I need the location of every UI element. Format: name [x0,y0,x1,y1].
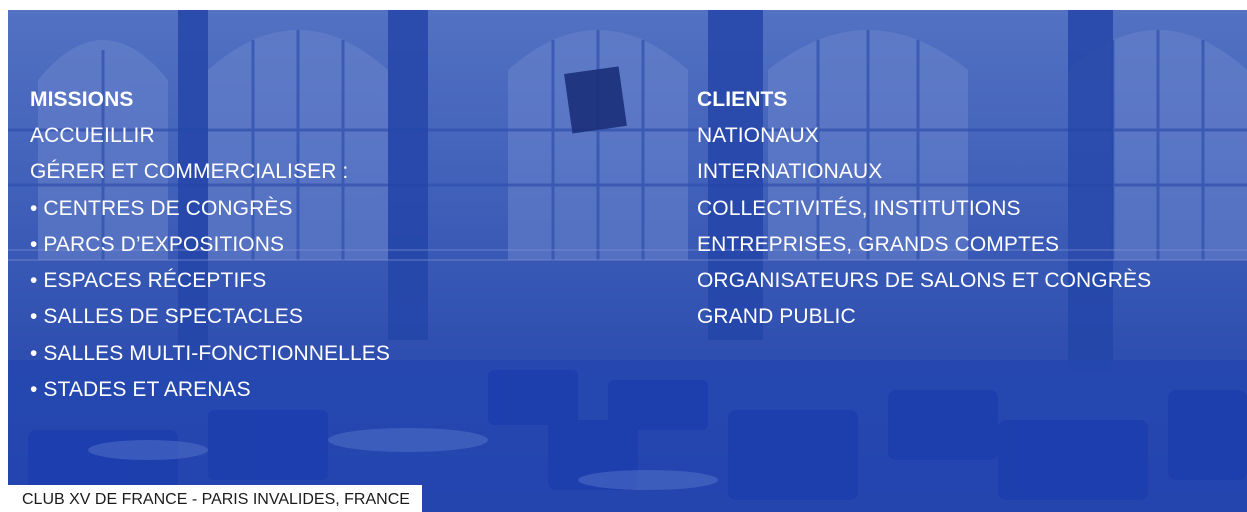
clients-item: INTERNATIONAUX [697,160,883,184]
clients-column: CLIENTS NATIONAUX INTERNATIONAUX COLLECT… [697,82,1151,336]
photo-caption: CLUB XV DE FRANCE - PARIS INVALIDES, FRA… [8,485,422,512]
clients-item: GRAND PUBLIC [697,305,856,329]
clients-item: ORGANISATEURS DE SALONS ET CONGRÈS [697,269,1152,293]
clients-item: NATIONAUX [697,124,819,147]
missions-item: • ESPACES RÉCEPTIFS [30,269,267,293]
missions-item: • CENTRES DE CONGRÈS [30,196,293,220]
missions-item: • STADES ET ARENAS [30,378,251,402]
clients-heading: CLIENTS [697,88,788,111]
missions-item: ACCUEILLIR [30,124,155,147]
missions-heading: MISSIONS [30,88,134,111]
clients-item: ENTREPRISES, GRANDS COMPTES [697,232,1060,256]
missions-item: • SALLES DE SPECTACLES [30,305,303,329]
missions-item: GÉRER ET COMMERCIALISER : [30,160,349,184]
missions-item: • SALLES MULTI-FONCTIONNELLES [30,341,390,365]
missions-column: MISSIONS ACCUEILLIR GÉRER ET COMMERCIALI… [30,82,390,408]
clients-item: COLLECTIVITÉS, INSTITUTIONS [697,196,1021,220]
page-frame: MISSIONS ACCUEILLIR GÉRER ET COMMERCIALI… [0,0,1247,512]
missions-item: • PARCS D’EXPOSITIONS [30,232,285,256]
